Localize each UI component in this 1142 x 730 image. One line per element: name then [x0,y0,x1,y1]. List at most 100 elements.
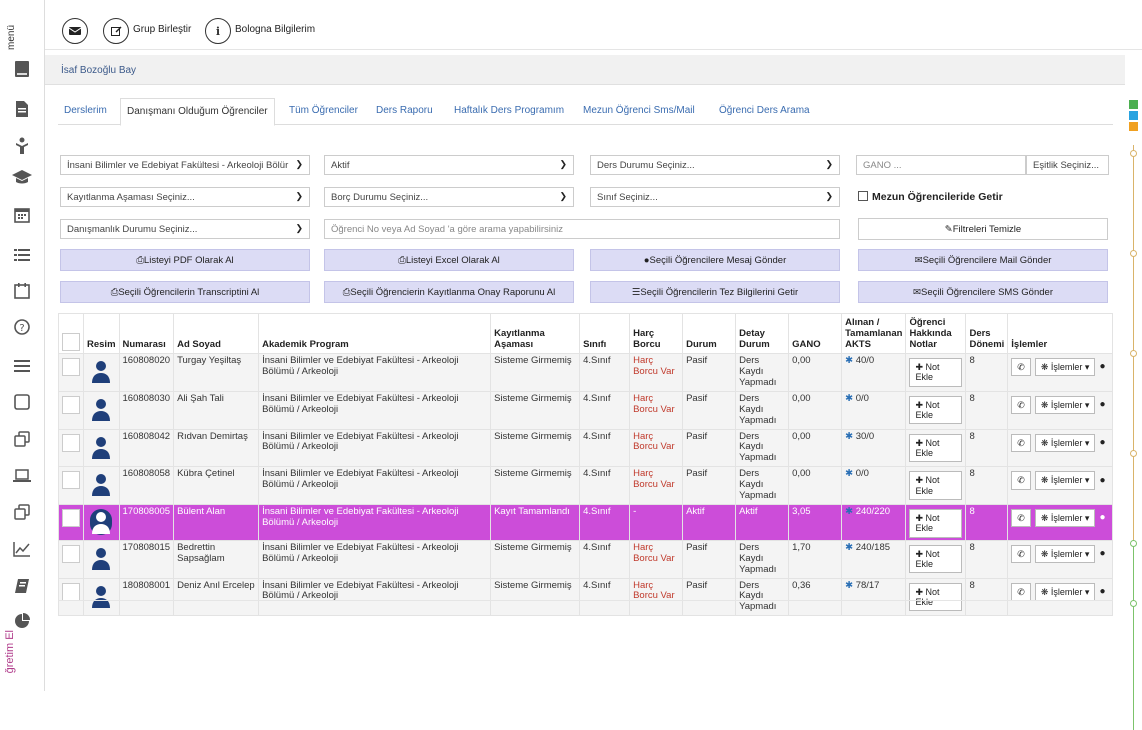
user-icon[interactable]: ● [1099,512,1105,524]
phone-button[interactable]: ✆ [1011,395,1031,415]
clone-icon[interactable] [12,503,32,521]
row-checkbox[interactable] [62,582,80,601]
operations-dropdown[interactable]: ❋ İşlemler ▾ [1034,395,1096,415]
faculty-select[interactable]: İnsani Bilimler ve Edebiyat Fakültesi - … [60,155,310,175]
tab-advisees[interactable]: Danışmanı Olduğum Öğrenciler [120,98,275,126]
graduates-checkbox[interactable]: Mezun Öğrencileride Getir [858,191,1003,203]
table-row[interactable]: 160808030 Ali Şah Tali İnsani Bilimler ve … [58,390,1113,430]
akts-cell[interactable]: ✱ 40/0 [841,353,907,392]
table-row[interactable]: 170808005 Bülent Alan İnsani Bilimler ve E… [58,504,1113,541]
table-row[interactable]: 180808001 Deniz Anıl Ercelep İnsani Biliml… [58,577,1113,617]
excel-export-button[interactable]: ⎙ Listeyi Excel Olarak Al [324,249,574,271]
tab-course-report[interactable]: Ders Raporu [376,105,433,116]
envelope-button[interactable] [62,18,88,44]
user-icon[interactable]: ● [1099,437,1105,449]
avatar[interactable] [90,583,112,608]
gano-input[interactable]: GANO ... [856,155,1026,175]
akts-cell[interactable]: ✱ 240/185 [841,539,907,579]
send-sms-button[interactable]: ✉ Seçili Öğrencilere SMS Gönder [858,281,1108,303]
document-icon[interactable] [12,100,32,118]
bookmark-icon[interactable] [12,577,32,595]
user-icon[interactable]: ● [1099,475,1105,487]
phone-button[interactable]: ✆ [1011,582,1031,601]
avatar[interactable] [90,396,112,421]
phone-button[interactable]: ✆ [1011,433,1031,452]
user-icon[interactable]: ● [1099,361,1105,373]
phone-button[interactable]: ✆ [1011,358,1031,377]
add-note-button[interactable]: ✚ Not Ekle [909,509,963,538]
tab-weekly-schedule[interactable]: Haftalık Ders Programım [454,105,564,116]
add-note-button[interactable]: ✚ Not Ekle [909,433,963,463]
info-button[interactable]: i [205,18,231,44]
question-circle-icon[interactable]: ? [12,318,32,336]
laptop-icon[interactable] [12,467,32,485]
tab-all-students[interactable]: Tüm Öğrenciler [289,105,358,116]
akts-cell[interactable]: ✱ 30/0 [841,428,907,468]
square-icon[interactable] [12,393,32,411]
akts-cell[interactable]: ✱ 240/220 [841,504,907,541]
row-checkbox[interactable] [62,395,80,414]
akts-cell[interactable]: ✱ 78/17 [841,577,907,617]
operations-dropdown[interactable]: ❋ İşlemler ▾ [1034,509,1096,528]
avatar[interactable] [90,545,112,570]
add-note-button[interactable]: ✚ Not Ekle [909,582,963,612]
operations-dropdown[interactable]: ❋ İşlemler ▾ [1034,544,1096,564]
row-checkbox[interactable] [62,471,80,490]
sidebar-bottom-label[interactable]: ğretim El [4,630,16,673]
debt-status-select[interactable]: Borç Durumu Seçiniz... ❯ [324,187,574,207]
add-note-button[interactable]: ✚ Not Ekle [909,358,963,387]
thesis-info-button[interactable]: ☰ Seçili Öğrencilerin Tez Bilgilerini Get… [590,281,840,303]
status-select[interactable]: Aktif ❯ [324,155,574,175]
calendar-empty-icon[interactable] [12,282,32,300]
akts-cell[interactable]: ✱ 0/0 [841,466,907,506]
menu-toggle[interactable]: menü [6,10,20,50]
add-note-button[interactable]: ✚ Not Ekle [909,395,963,425]
clear-filters-button[interactable]: ✎ Filtreleri Temizle [858,218,1108,240]
table-row[interactable]: 160808058 Kübra Çetinel İnsani Bilimler ve… [58,466,1113,506]
operations-dropdown[interactable]: ❋ İşlemler ▾ [1034,471,1096,490]
transcript-button[interactable]: ⎙ Seçili Öğrencilerin Transcriptini Al [60,281,310,303]
advisory-status-select[interactable]: Danışmanlık Durumu Seçiniz... ❯ [60,219,310,239]
phone-button[interactable]: ✆ [1011,509,1031,528]
clone-icon[interactable] [12,430,32,448]
table-row[interactable]: 160808042 Rıdvan Demirtaş İnsani Bilimler … [58,428,1113,468]
list-icon[interactable] [12,246,32,264]
class-select[interactable]: Sınıf Seçiniz... ❯ [590,187,840,207]
table-row[interactable]: 170808015 Bedrettin Sapsağlam İnsani Bilim… [58,539,1113,579]
user-icon[interactable]: ● [1099,548,1105,560]
tab-graduate-sms-mail[interactable]: Mezun Öğrenci Sms/Mail [583,105,695,116]
row-checkbox[interactable] [62,433,80,452]
bars-icon[interactable] [12,357,32,375]
bologna-label[interactable]: Bologna Bilgilerim [235,24,315,35]
add-note-button[interactable]: ✚ Not Ekle [909,471,963,500]
tab-student-course-search[interactable]: Öğrenci Ders Arama [719,105,810,116]
add-note-button[interactable]: ✚ Not Ekle [909,544,963,574]
avatar[interactable] [90,358,112,383]
book-icon[interactable] [12,60,32,78]
tab-derslerim[interactable]: Derslerim [64,105,107,116]
operations-dropdown[interactable]: ❋ İşlemler ▾ [1034,582,1096,601]
registration-report-button[interactable]: ⎙ Seçili Öğrencierin Kayıtlanma Onay Rapo… [324,281,574,303]
row-checkbox[interactable] [62,509,80,528]
registration-stage-select[interactable]: Kayıtlanma Aşaması Seçiniz... ❯ [60,187,310,207]
user-icon[interactable]: ● [1099,399,1105,411]
avatar[interactable] [90,509,113,536]
student-search-input[interactable]: Öğrenci No veya Ad Soyad 'a göre arama y… [324,219,840,239]
avatar[interactable] [90,434,112,459]
phone-button[interactable]: ✆ [1011,544,1031,564]
group-merge-label[interactable]: Grup Birleştir [133,24,191,35]
operations-dropdown[interactable]: ❋ İşlemler ▾ [1034,358,1096,377]
table-row[interactable]: 160808020 Turgay Yeşiltaş İnsani Bilimler … [58,353,1113,392]
graduation-cap-icon[interactable] [12,168,32,186]
select-all-checkbox[interactable] [62,333,80,351]
line-chart-icon[interactable] [12,540,32,558]
child-icon[interactable] [12,137,32,155]
avatar[interactable] [90,471,112,497]
calendar-icon[interactable] [12,206,32,224]
equality-select[interactable]: Eşitlik Seçiniz... [1026,155,1109,175]
pdf-export-button[interactable]: ⎙ Listeyi PDF Olarak Al [60,249,310,271]
group-merge-button[interactable] [103,18,129,44]
phone-button[interactable]: ✆ [1011,471,1031,490]
row-checkbox[interactable] [62,544,80,563]
akts-cell[interactable]: ✱ 0/0 [841,390,907,430]
